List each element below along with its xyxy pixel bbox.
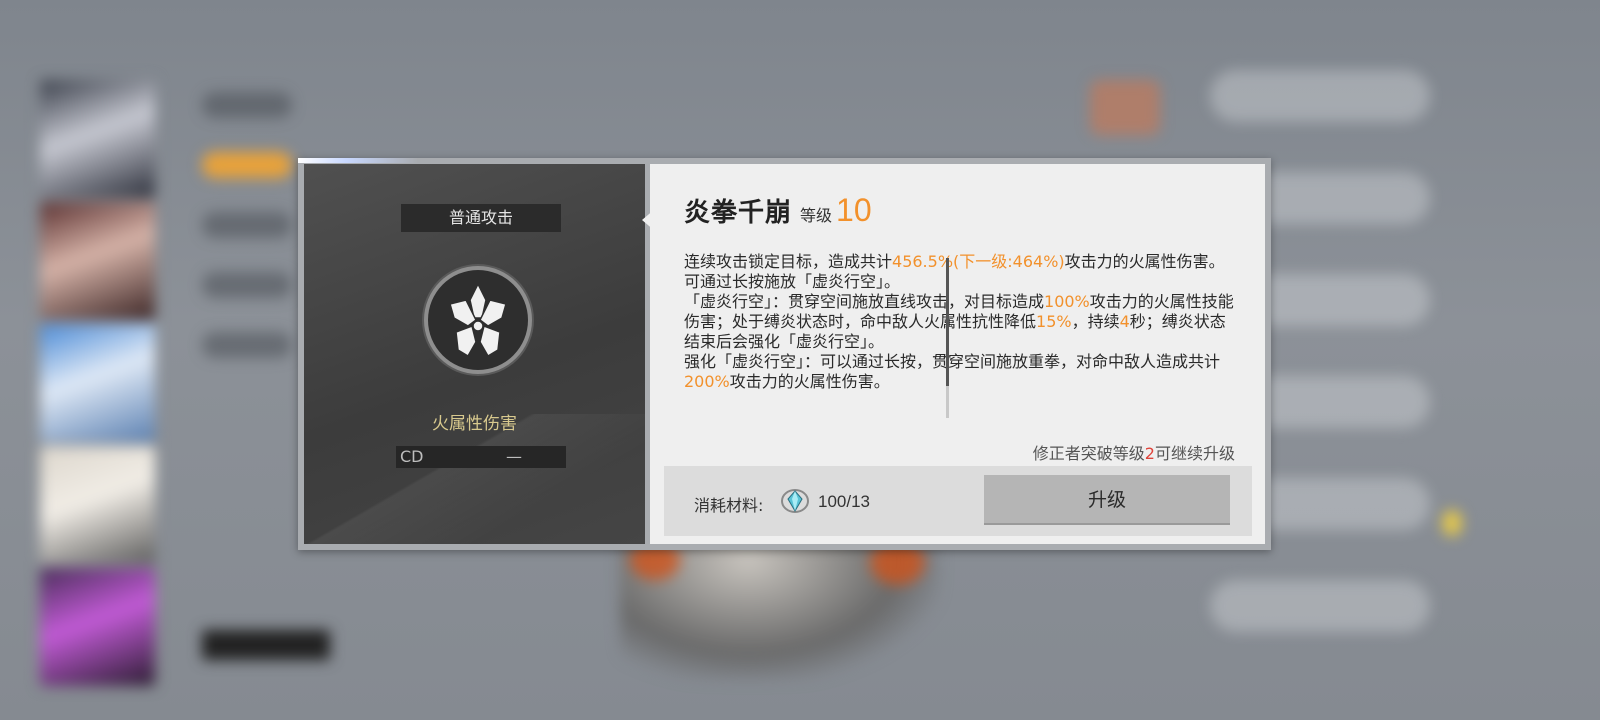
highlighted-value: 4 <box>1119 312 1130 331</box>
description-paragraph: 「虚炎行空」：贯穿空间施放直线攻击，对目标造成100%攻击力的火属性技能伤害；处… <box>684 292 1240 352</box>
upgrade-requirement-note: 修正者突破等级2可继续升级 <box>1032 444 1235 463</box>
description-text: 攻击力的火属性伤害。 <box>1064 252 1225 271</box>
description-text: 强化「虚炎行空」：可以通过长按，贯穿空间施放重拳，对命中敌人造成共计 <box>684 352 1221 371</box>
side-menu-blurred <box>202 92 292 392</box>
skill-type-tag: 普通攻击 <box>401 204 561 232</box>
description-text: 可通过长按施放「虚炎行空」。 <box>684 272 901 291</box>
description-text: 攻击力的火属性伤害。 <box>729 372 890 391</box>
skill-description-panel: 炎拳千崩 等级 10 连续攻击锁定目标，造成共计456.5%(下一级:464%)… <box>650 164 1265 544</box>
upgrade-button[interactable]: 升级 <box>984 475 1230 525</box>
skill-summary-panel: 普通攻击 火属性伤害 CD — <box>304 164 645 544</box>
description-paragraph: 连续攻击锁定目标，造成共计456.5%(下一级:464%)攻击力的火属性伤害。 <box>684 252 1240 272</box>
description-text: ，持续 <box>1071 312 1120 331</box>
description-scrollbar[interactable] <box>946 258 949 418</box>
skill-name: 炎拳千崩 <box>684 198 793 228</box>
scrollbar-thumb[interactable] <box>946 258 949 386</box>
skill-title-row: 炎拳千崩 等级 10 <box>684 192 872 229</box>
crystal-material-icon[interactable] <box>780 486 810 516</box>
character-roster-blurred <box>40 80 165 690</box>
highlighted-value: 100% <box>1044 292 1090 311</box>
upgrade-cost-bar: 消耗材料: 100/13 升级 <box>664 466 1252 536</box>
decoration-blurred <box>1090 80 1160 135</box>
cost-label: 消耗材料: <box>694 496 764 515</box>
cooldown-bar: CD — <box>396 446 566 468</box>
required-breakthrough-level: 2 <box>1144 444 1155 463</box>
description-paragraph: 可通过长按施放「虚炎行空」。 <box>684 272 1240 292</box>
crossed-fists-icon <box>428 270 528 370</box>
level-value: 10 <box>836 192 872 228</box>
description-text: 连续攻击锁定目标，造成共计 <box>684 252 893 271</box>
dialog-pointer-arrow <box>642 209 655 231</box>
level-label: 等级 <box>800 206 833 225</box>
description-text: 「虚炎行空」：贯穿空间施放直线攻击，对目标造成 <box>684 292 1045 311</box>
description-paragraph: 强化「虚炎行空」：可以通过长按，贯穿空间施放重拳，对命中敌人造成共计200%攻击… <box>684 352 1240 392</box>
highlighted-value: 200% <box>684 372 730 391</box>
bottom-button-blurred <box>202 630 330 660</box>
cooldown-value: — <box>506 447 522 466</box>
skill-description-text[interactable]: 连续攻击锁定目标，造成共计456.5%(下一级:464%)攻击力的火属性伤害。可… <box>684 252 1240 418</box>
lightbulb-icon <box>1442 510 1462 536</box>
skill-detail-dialog: 普通攻击 火属性伤害 CD — 炎拳千崩 等级 10 连续攻击锁定目标，造成共计… <box>298 158 1271 550</box>
material-count: 100/13 <box>818 492 870 511</box>
highlighted-value: 15% <box>1036 312 1072 331</box>
cooldown-label: CD <box>400 447 424 466</box>
element-type-label: 火属性伤害 <box>432 414 517 434</box>
highlighted-value: 456.5%(下一级:464%) <box>892 252 1065 271</box>
